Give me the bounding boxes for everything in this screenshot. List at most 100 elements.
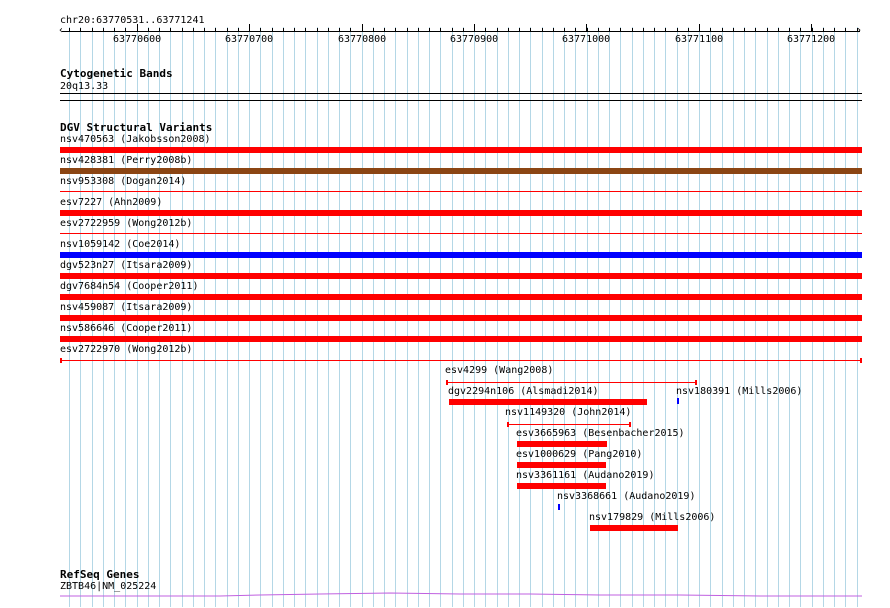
ruler-minor-tick <box>114 28 115 31</box>
ruler-minor-tick <box>350 28 351 31</box>
ruler-major-tick <box>362 24 363 31</box>
ruler-minor-tick <box>384 28 385 31</box>
ruler-minor-tick <box>654 28 655 31</box>
cytoband-line-bottom <box>60 100 862 101</box>
variant-label: dgv7684n54 (Cooper2011) <box>60 281 199 292</box>
variant-bar <box>449 399 647 405</box>
variant-label: esv1000629 (Pang2010) <box>516 449 643 460</box>
variant-bar-line <box>448 382 695 383</box>
ruler-minor-tick <box>452 28 453 31</box>
ruler-minor-tick <box>620 28 621 31</box>
ruler-minor-tick <box>845 28 846 31</box>
variant-label: nsv1059142 (Coe2014) <box>60 239 181 250</box>
ruler-minor-tick <box>294 28 295 31</box>
ruler-minor-tick <box>744 28 745 31</box>
ruler-minor-tick <box>542 28 543 31</box>
ruler-tick-label: 63771200 <box>787 34 836 45</box>
ruler-minor-tick <box>103 28 104 31</box>
ruler-minor-tick <box>789 28 790 31</box>
variant-label: nsv180391 (Mills2006) <box>676 386 803 397</box>
variant-bar <box>60 336 862 342</box>
ruler-minor-tick <box>317 28 318 31</box>
ruler-minor-tick <box>688 28 689 31</box>
variant-bar <box>60 168 862 174</box>
ruler-minor-tick <box>755 28 756 31</box>
variant-label: nsv1149320 (John2014) <box>505 407 632 418</box>
variant-label: nsv3368661 (Audano2019) <box>557 491 696 502</box>
ruler-minor-tick <box>215 28 216 31</box>
variant-label: nsv470563 (Jakobsson2008) <box>60 134 211 145</box>
variant-bar-line <box>509 424 629 425</box>
ruler-minor-tick <box>395 28 396 31</box>
ruler-minor-tick <box>227 28 228 31</box>
ruler-minor-tick <box>508 28 509 31</box>
ruler-minor-tick <box>497 28 498 31</box>
variant-bar <box>60 273 862 279</box>
variant-label: dgv523n27 (Itsara2009) <box>60 260 193 271</box>
ruler-minor-tick <box>305 28 306 31</box>
variant-bar <box>60 294 862 300</box>
ruler-left-arrow: ‹ <box>58 25 65 36</box>
ruler-minor-tick <box>170 28 171 31</box>
ruler-minor-tick <box>148 28 149 31</box>
variant-bar <box>60 147 862 153</box>
ruler-tick-label: 63770800 <box>338 34 387 45</box>
ruler-minor-tick <box>834 28 835 31</box>
ruler-minor-tick <box>575 28 576 31</box>
variant-bar <box>558 504 560 510</box>
ruler-minor-tick <box>339 28 340 31</box>
ruler-minor-tick <box>530 28 531 31</box>
variant-label: nsv3361161 (Audano2019) <box>516 470 655 481</box>
variant-label: esv2722959 (Wong2012b) <box>60 218 193 229</box>
ruler-minor-tick <box>519 28 520 31</box>
variant-label: esv2722970 (Wong2012b) <box>60 344 193 355</box>
ruler-minor-tick <box>587 28 588 31</box>
ruler-minor-tick <box>778 28 779 31</box>
variant-bar <box>60 210 862 216</box>
ruler-tick-label: 63770600 <box>113 34 162 45</box>
ruler-major-tick <box>249 24 250 31</box>
ruler-minor-tick <box>182 28 183 31</box>
ruler-minor-tick <box>328 28 329 31</box>
ruler-major-tick <box>474 24 475 31</box>
variant-bar <box>590 525 678 531</box>
ruler-tick-label: 63771000 <box>562 34 611 45</box>
cytoband-track-title: Cytogenetic Bands <box>60 67 173 80</box>
refseq-gene-model[interactable] <box>60 590 862 600</box>
variant-bar <box>507 422 631 427</box>
variant-bar <box>60 191 862 192</box>
variant-bar <box>60 233 862 234</box>
variant-label: esv3665963 (Besenbacher2015) <box>516 428 685 439</box>
ruler-minor-tick <box>260 28 261 31</box>
variant-bar-line <box>62 360 860 361</box>
ruler-minor-tick <box>564 28 565 31</box>
variant-bar <box>517 483 606 489</box>
variant-label: esv7227 (Ahn2009) <box>60 197 163 208</box>
ruler-minor-tick <box>159 28 160 31</box>
variant-label: nsv953308 (Dogan2014) <box>60 176 187 187</box>
ruler-tick-label: 63771100 <box>675 34 724 45</box>
ruler-minor-tick <box>643 28 644 31</box>
variant-label: nsv586646 (Cooper2011) <box>60 323 193 334</box>
variant-bar <box>60 252 862 258</box>
ruler-minor-tick <box>418 28 419 31</box>
ruler-line <box>62 31 860 32</box>
variant-bar <box>517 462 606 468</box>
genome-browser-panel: chr20:63770531..63771241 ‹ › 63770600 637… <box>0 0 890 608</box>
ruler-minor-tick <box>553 28 554 31</box>
ruler-minor-tick <box>429 28 430 31</box>
ruler-minor-tick <box>440 28 441 31</box>
ruler-major-tick <box>699 24 700 31</box>
ruler-minor-tick <box>733 28 734 31</box>
ruler-minor-tick <box>609 28 610 31</box>
ruler-minor-tick <box>125 28 126 31</box>
cytoband-label: 20q13.33 <box>60 81 109 92</box>
refseq-track-title: RefSeq Genes <box>60 568 140 581</box>
variant-label: dgv2294n106 (Alsmadi2014) <box>448 386 599 397</box>
variant-bar <box>517 441 607 447</box>
variant-label: nsv428381 (Perry2008b) <box>60 155 193 166</box>
ruler-minor-tick <box>767 28 768 31</box>
ruler-minor-tick <box>283 28 284 31</box>
ruler-major-tick <box>137 24 138 31</box>
ruler-minor-tick <box>485 28 486 31</box>
